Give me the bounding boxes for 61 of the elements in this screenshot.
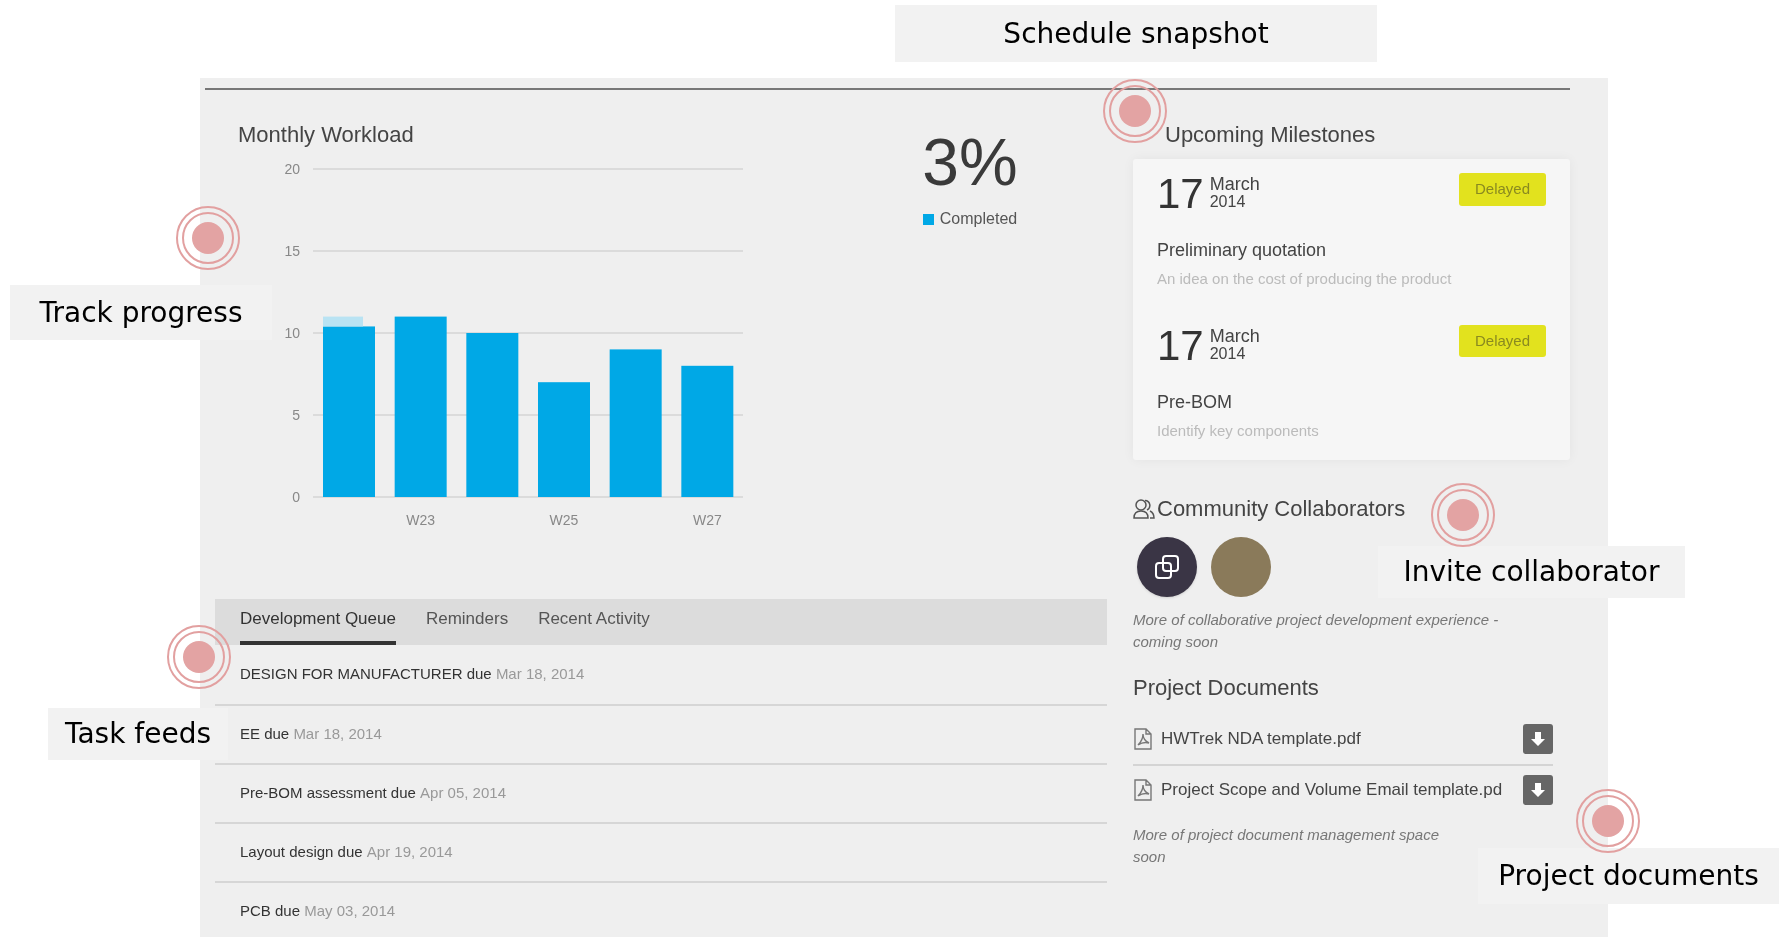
callout-marker bbox=[166, 624, 232, 690]
callout-marker bbox=[1102, 78, 1168, 144]
task-name: Pre-BOM assessment due bbox=[240, 783, 417, 804]
chart-title: Monthly Workload bbox=[238, 121, 415, 149]
due-date: Mar 18, 2014 bbox=[293, 724, 382, 745]
copy-icon bbox=[1153, 553, 1181, 581]
coming-soon-note: More of project document management space bbox=[1133, 825, 1439, 845]
callout-label: Schedule snapshot bbox=[895, 5, 1377, 62]
axis-tick-label: W25 bbox=[549, 512, 579, 528]
section-title: Community Collaborators bbox=[1157, 495, 1406, 523]
milestone-title: Preliminary quotation bbox=[1157, 239, 1328, 262]
download-button[interactable] bbox=[1523, 775, 1553, 805]
task-name: DESIGN FOR MANUFACTURER due bbox=[240, 664, 493, 685]
status-badge: Delayed bbox=[1458, 173, 1546, 206]
axis-tick-label: 5 bbox=[292, 407, 300, 423]
coming-soon-note: More of collaborative project development experience - coming soon bbox=[1133, 610, 1500, 652]
date-month: March bbox=[1209, 175, 1260, 193]
tab[interactable]: Development Queue bbox=[240, 605, 396, 645]
pdf-file-icon bbox=[1133, 728, 1153, 750]
date-day: 17 bbox=[1157, 324, 1204, 367]
due-date: Mar 18, 2014 bbox=[495, 664, 585, 685]
download-button[interactable] bbox=[1523, 724, 1553, 754]
section-title: Upcoming Milestones bbox=[1164, 121, 1377, 149]
download-icon bbox=[1530, 731, 1546, 747]
axis-tick-label: 0 bbox=[292, 489, 300, 505]
avatar[interactable] bbox=[1211, 537, 1271, 597]
milestone-description: Identify key components bbox=[1157, 420, 1320, 441]
axis-tick-label: 10 bbox=[284, 325, 300, 341]
download-icon bbox=[1530, 782, 1546, 798]
task-name: Layout design due bbox=[240, 842, 364, 863]
date-month: March bbox=[1209, 326, 1260, 345]
task-name: PCB due bbox=[240, 901, 302, 922]
due-date: May 03, 2014 bbox=[304, 901, 396, 922]
callout-marker bbox=[1575, 788, 1641, 854]
axis-tick-label: W23 bbox=[406, 512, 436, 528]
legend-swatch bbox=[922, 213, 934, 225]
date-year: 2014 bbox=[1209, 344, 1247, 363]
callout-marker bbox=[1430, 482, 1496, 548]
legend-label: Completed bbox=[939, 209, 1018, 229]
axis-tick-label: 15 bbox=[284, 243, 300, 259]
axis-tick-label: 20 bbox=[284, 161, 300, 177]
due-date: Apr 19, 2014 bbox=[366, 842, 453, 863]
milestone-title: Pre-BOM bbox=[1157, 390, 1233, 414]
section-title: Project Documents bbox=[1133, 674, 1320, 702]
tab[interactable]: Reminders bbox=[425, 605, 509, 645]
task-name: EE due bbox=[240, 724, 291, 745]
milestone-description: An idea on the cost of producing the product bbox=[1157, 269, 1453, 289]
coming-soon-note: soon bbox=[1133, 847, 1166, 867]
file-name[interactable]: HWTrek NDA template.pdf bbox=[1161, 726, 1515, 752]
tab[interactable]: Recent Activity bbox=[538, 605, 650, 645]
callout-marker bbox=[175, 205, 241, 271]
date-year: 2014 bbox=[1209, 193, 1247, 211]
people-icon bbox=[1133, 497, 1155, 520]
pdf-file-icon bbox=[1133, 779, 1153, 801]
axis-tick-label: W27 bbox=[692, 512, 722, 528]
due-date: Apr 05, 2014 bbox=[420, 783, 506, 804]
date-day: 17 bbox=[1157, 173, 1204, 215]
status-badge: Delayed bbox=[1458, 324, 1546, 357]
invite-collaborator-button[interactable] bbox=[1137, 537, 1197, 597]
file-name[interactable]: Project Scope and Volume Email template.pd bbox=[1161, 777, 1515, 803]
completion-percentage: 3% bbox=[922, 129, 1018, 195]
